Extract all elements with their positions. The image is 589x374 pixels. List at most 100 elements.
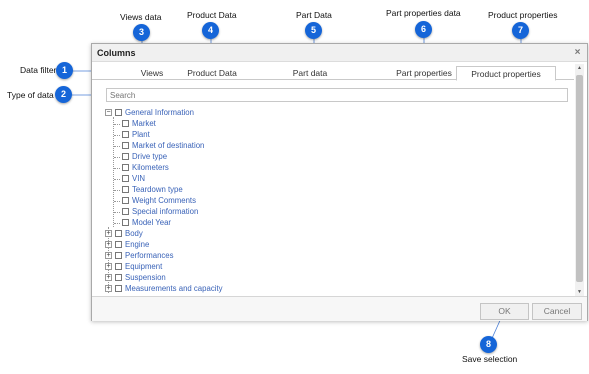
tree-item-teardown-type: Teardown type [105,184,565,195]
collapse-icon[interactable]: − [105,109,112,116]
dialog-title: Columns [92,44,587,62]
tree-item-special-information: Special information [105,206,565,217]
tree-item-performances: + Performances [105,250,565,261]
checkbox[interactable] [115,252,122,259]
tree-item-model-year: Model Year [105,217,565,228]
tree-item-market: Market [105,118,565,129]
tree-branch-line [114,223,120,224]
checkbox[interactable] [122,131,129,138]
callout-badge-3: 3 [133,24,150,41]
checkbox[interactable] [122,120,129,127]
tree-item-label: Market [132,119,156,128]
tree-item-label: Engine [125,240,150,249]
expand-icon[interactable]: + [105,252,112,259]
tree-item-label: Suspension [125,273,166,282]
tree-item-plant: Plant [105,129,565,140]
ok-button[interactable]: OK [480,303,529,320]
tree-item-label: Plant [132,130,150,139]
checkbox[interactable] [115,274,122,281]
search-input[interactable] [106,88,568,102]
tree-item-label: Drive type [132,152,168,161]
scroll-down-arrow-icon[interactable]: ▼ [575,288,584,296]
close-icon[interactable]: × [572,47,583,58]
tree-item-label: Teardown type [132,185,183,194]
expand-icon[interactable]: + [105,285,112,292]
expand-icon[interactable]: + [105,274,112,281]
scrollbar-thumb[interactable] [576,75,583,282]
checkbox[interactable] [115,263,122,270]
expand-icon[interactable]: + [105,241,112,248]
tree-item-label: Market of destination [132,141,205,150]
tree-item-label: Body [125,229,143,238]
tree-branch-line [114,124,120,125]
callout-badge-1: 1 [56,62,73,79]
expand-icon[interactable]: + [105,230,112,237]
checkbox[interactable] [115,285,122,292]
checkbox[interactable] [122,153,129,160]
checkbox[interactable] [115,109,122,116]
tree-item-general-information: − General Information [105,107,565,118]
column-tree: − General Information Market Plant Marke… [105,107,565,294]
callout-badge-6: 6 [415,21,432,38]
tree-item-drive-type: Drive type [105,151,565,162]
tree-item-suspension: + Suspension [105,272,565,283]
callout-badge-5: 5 [305,22,322,39]
callout-label-part-data: Part Data [296,10,332,20]
tab-product-data[interactable]: Product Data [172,67,252,80]
callout-label-type-of-data: Type of data [7,90,54,100]
tree-branch-line [114,157,120,158]
checkbox[interactable] [122,142,129,149]
callout-label-part-properties-data: Part properties data [386,8,461,18]
tree-item-measurements-and-capacity: + Measurements and capacity [105,283,565,294]
callout-label-product-properties: Product properties [488,10,558,20]
callout-badge-4: 4 [202,22,219,39]
columns-dialog: Columns × Views Product Data Part data P… [91,43,588,321]
tree-branch-line [114,212,120,213]
callout-badge-2: 2 [55,86,72,103]
tree-branch-line [114,168,120,169]
tree-item-engine: + Engine [105,239,565,250]
tree-item-weight-comments: Weight Comments [105,195,565,206]
tab-product-properties[interactable]: Product properties [456,66,556,81]
callout-label-views-data: Views data [120,12,162,22]
checkbox[interactable] [122,186,129,193]
tree-item-label: Model Year [132,218,172,227]
tree-item-label: Performances [125,251,174,260]
tree-item-label: Weight Comments [132,196,196,205]
tree-item-body: + Body [105,228,565,239]
callout-badge-8: 8 [480,336,497,353]
tree-item-vin: VIN [105,173,565,184]
tab-part-data[interactable]: Part data [270,67,350,80]
checkbox[interactable] [122,197,129,204]
tab-bar: Views Product Data Part data Part proper… [92,66,574,81]
checkbox[interactable] [115,241,122,248]
expand-icon[interactable]: + [105,263,112,270]
checkbox[interactable] [122,219,129,226]
tree-branch-line [114,135,120,136]
tree-item-label: Kilometers [132,163,169,172]
tree-branch-line [114,146,120,147]
tree-item-label: Measurements and capacity [125,284,223,293]
checkbox[interactable] [115,230,122,237]
callout-badge-7: 7 [512,22,529,39]
tree-item-market-of-destination: Market of destination [105,140,565,151]
cancel-button[interactable]: Cancel [532,303,582,320]
dialog-footer: OK Cancel [92,296,587,321]
callout-label-data-filter: Data filter [20,65,57,75]
checkbox[interactable] [122,208,129,215]
tree-item-label: Special information [132,207,199,216]
tree-branch-line [114,190,120,191]
callout-label-save-selection: Save selection [462,354,518,364]
tree-branch-line [114,201,120,202]
tree-item-equipment: + Equipment [105,261,565,272]
checkbox[interactable] [122,175,129,182]
callout-label-product-data: Product Data [187,10,237,20]
checkbox[interactable] [122,164,129,171]
tree-item-label: VIN [132,174,145,183]
tree-item-label: Equipment [125,262,163,271]
tree-branch-line [114,179,120,180]
tree-item-kilometers: Kilometers [105,162,565,173]
vertical-scrollbar[interactable]: ▲ ▼ [575,64,584,296]
tree-item-label: General Information [125,108,194,117]
scroll-up-arrow-icon[interactable]: ▲ [575,64,584,72]
